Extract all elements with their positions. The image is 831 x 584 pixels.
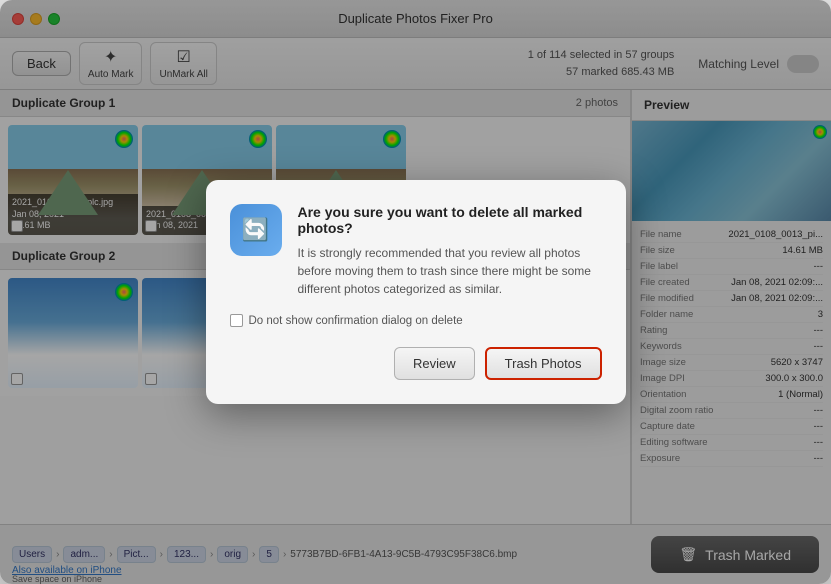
review-button[interactable]: Review [394, 347, 475, 380]
modal-body: It is strongly recommended that you revi… [298, 244, 602, 298]
trash-photos-button[interactable]: Trash Photos [485, 347, 602, 380]
modal-icon-inner [230, 204, 282, 256]
modal-overlay: Are you sure you want to delete all mark… [0, 0, 831, 584]
modal-content: Are you sure you want to delete all mark… [298, 204, 602, 298]
do-not-show-checkbox[interactable] [230, 314, 243, 327]
confirmation-modal: Are you sure you want to delete all mark… [206, 180, 626, 404]
modal-title: Are you sure you want to delete all mark… [298, 204, 602, 236]
modal-checkbox-row: Do not show confirmation dialog on delet… [230, 314, 602, 327]
checkbox-label: Do not show confirmation dialog on delet… [249, 315, 463, 327]
modal-buttons: Review Trash Photos [230, 347, 602, 380]
modal-icon [230, 204, 282, 256]
modal-header: Are you sure you want to delete all mark… [230, 204, 602, 298]
app-window: Duplicate Photos Fixer Pro Back ✦ Auto M… [0, 0, 831, 584]
